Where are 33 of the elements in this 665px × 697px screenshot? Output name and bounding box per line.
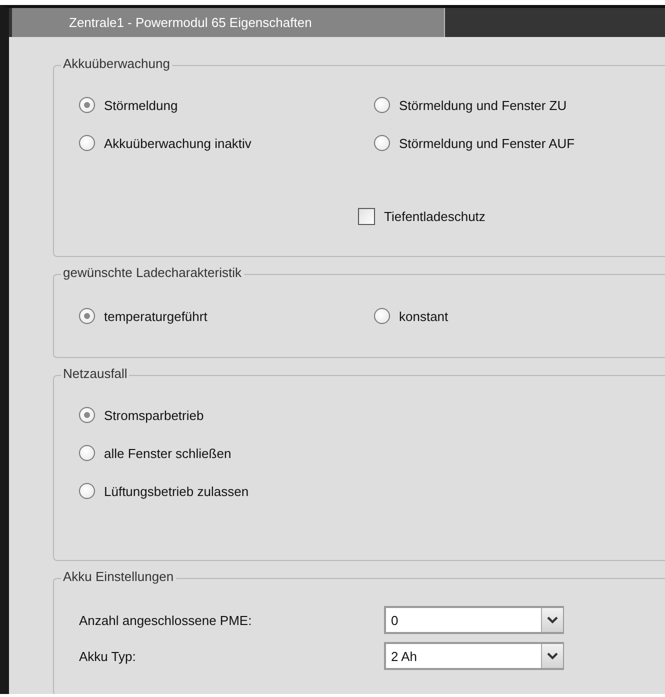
radio-label: Stromsparbetrieb: [104, 408, 204, 422]
radio-label: alle Fenster schließen: [104, 446, 232, 460]
radio-button[interactable]: [374, 97, 390, 113]
field-label: Akku Typ:: [79, 648, 137, 664]
checkbox[interactable]: [358, 208, 375, 224]
radio-button[interactable]: [374, 135, 390, 151]
radio-button[interactable]: [79, 483, 95, 499]
radio-button[interactable]: [79, 445, 95, 461]
radio-button[interactable]: [79, 407, 95, 423]
chevron-down-icon: [547, 616, 558, 624]
dropdown-field[interactable]: 0: [384, 606, 564, 634]
dropdown-button[interactable]: [541, 608, 563, 632]
radio-label: Akkuüberwachung inaktiv: [104, 136, 252, 150]
radio-label: Störmeldung: [104, 98, 178, 112]
dropdown-field[interactable]: 2 Ah: [384, 642, 564, 670]
radio-button[interactable]: [79, 97, 95, 113]
group-title: gewünschte Ladecharakteristik: [61, 265, 244, 280]
group-title: Akku Einstellungen: [61, 569, 176, 584]
group-title: Akkuüberwachung: [61, 56, 172, 71]
radio-label: temperaturgeführt: [104, 308, 208, 324]
radio-button[interactable]: [79, 308, 95, 324]
radio-button[interactable]: [374, 308, 390, 324]
group-title: Netzausfall: [61, 366, 130, 381]
window-title: Zentrale1 - Powermodul 65 Eigenschaften: [12, 8, 445, 37]
radio-label: Störmeldung und Fenster AUF: [399, 136, 575, 150]
chevron-down-icon: [547, 652, 558, 660]
checkbox-label: Tiefentladeschutz: [384, 208, 486, 224]
field-label: Anzahl angeschlossene PME:: [79, 612, 253, 628]
radio-button[interactable]: [79, 135, 95, 151]
radio-label: Störmeldung und Fenster ZU: [399, 98, 567, 112]
radio-label: Lüftungsbetrieb zulassen: [104, 484, 249, 498]
dropdown-button[interactable]: [541, 644, 563, 668]
radio-label: konstant: [399, 308, 448, 324]
